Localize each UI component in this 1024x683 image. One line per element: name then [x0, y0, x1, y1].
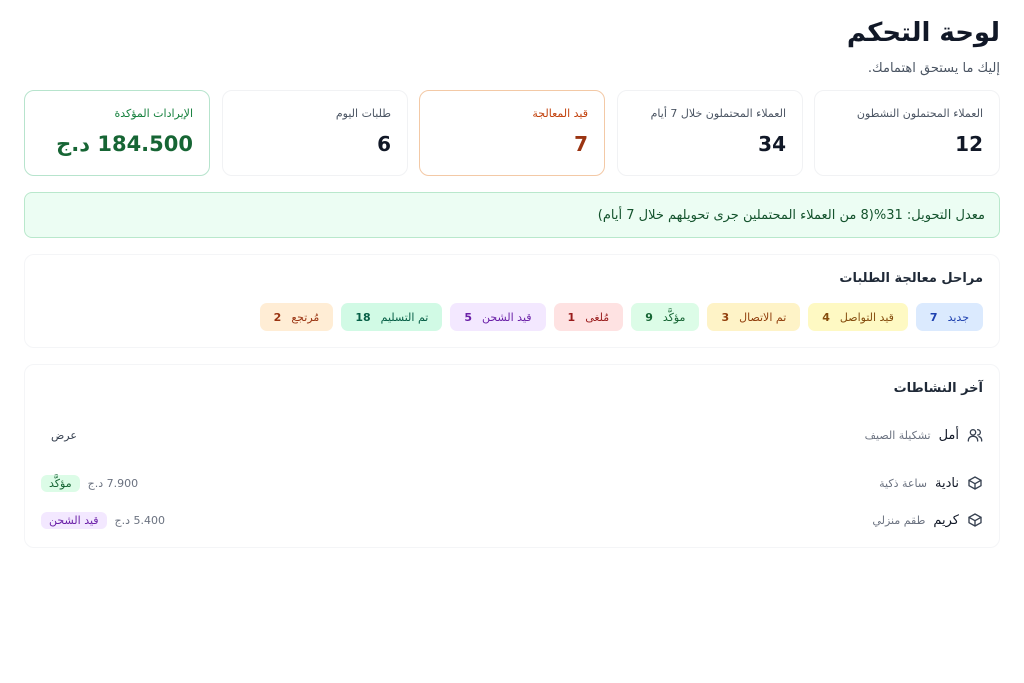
stage-pill-new[interactable]: جديد 7 — [915, 303, 983, 331]
stat-card-today-orders[interactable]: طلبات اليوم 6 — [222, 90, 408, 176]
stat-value: 34 — [758, 132, 786, 156]
stage-pill-shipping[interactable]: قيد الشحن 5 — [450, 303, 546, 331]
stat-label: الإيرادات المؤكدة — [114, 107, 193, 120]
stat-value: 12 — [955, 132, 983, 156]
stage-count: 4 — [822, 310, 830, 324]
stat-card-confirmed-revenue[interactable]: الإيرادات المؤكدة 184.500 د.ج — [24, 90, 210, 176]
view-link[interactable]: عرض — [51, 429, 77, 442]
activity-product: ساعة ذكية — [879, 476, 928, 490]
activity-price: 7.900 د.ج — [87, 476, 139, 490]
stage-label: مُرتجع — [291, 310, 320, 324]
order-stages-title: مراحل معالجة الطلبات — [839, 271, 983, 286]
activity-price: 5.400 د.ج — [114, 513, 166, 527]
activity-row[interactable]: كريم طقم منزلي 5.400 د.ج قيد الشحن — [41, 508, 983, 532]
stat-card-active-leads[interactable]: العملاء المحتملون النشطون 12 — [814, 90, 1000, 176]
activity-name: نادية — [935, 475, 959, 491]
stage-count: 5 — [464, 310, 472, 324]
conversion-rate-banner: معدل التحويل: 31%(8 من العملاء المحتملين… — [24, 192, 1000, 238]
stat-value: 6 — [377, 132, 391, 156]
activity-name: كريم — [933, 512, 959, 528]
stage-pill-confirmed[interactable]: مؤكَّد 9 — [631, 303, 700, 331]
stage-count: 2 — [273, 310, 282, 324]
users-icon — [967, 427, 983, 443]
stat-value: 7 — [574, 132, 588, 156]
box-icon — [967, 475, 983, 491]
activity-row[interactable]: أمل تشكيلة الصيف عرض — [41, 423, 983, 447]
conversion-rate-text: معدل التحويل: 31%(8 من العملاء المحتملين… — [597, 207, 985, 223]
activity-meta: 7.900 د.ج مؤكَّد — [41, 474, 139, 492]
stat-label: العملاء المحتملون النشطون — [856, 107, 983, 120]
stage-label: مُلغى — [585, 310, 610, 324]
activity-product: تشكيلة الصيف — [864, 428, 931, 442]
stage-label: مؤكَّد — [662, 310, 686, 324]
stage-pill-called[interactable]: تم الاتصال 3 — [707, 303, 801, 331]
stat-label: طلبات اليوم — [335, 107, 391, 120]
stage-label: جديد — [947, 310, 969, 324]
stage-count: 3 — [721, 310, 730, 324]
activity-name: أمل — [938, 427, 959, 443]
stat-value: 184.500 د.ج — [56, 132, 193, 156]
stat-card-leads-7-days[interactable]: العملاء المحتملون خلال 7 أيام 34 — [617, 90, 803, 176]
stage-label: قيد الشحن — [481, 310, 532, 324]
recent-activity-card: آخر النشاطات أمل تشكيلة الصيف عرض نادية … — [24, 364, 1000, 548]
page-title: لوحة التحكم — [846, 18, 1000, 48]
status-badge: مؤكَّد — [41, 474, 80, 492]
activity-meta: 5.400 د.ج قيد الشحن — [41, 511, 166, 529]
stage-count: 9 — [645, 310, 653, 324]
stats-row: العملاء المحتملون النشطون 12 العملاء الم… — [24, 90, 1000, 176]
stage-label: قيد التواصل — [839, 310, 894, 324]
activity-row[interactable]: نادية ساعة ذكية 7.900 د.ج مؤكَّد — [41, 471, 983, 495]
recent-activity-title: آخر النشاطات — [893, 381, 983, 396]
stage-count: 7 — [929, 310, 938, 324]
order-stages-list: جديد 7 قيد التواصل 4 تم الاتصال 3 مؤكَّد… — [259, 303, 983, 331]
status-badge: قيد الشحن — [41, 511, 107, 529]
stage-pill-cancelled[interactable]: مُلغى 1 — [553, 303, 624, 331]
stage-pill-contacting[interactable]: قيد التواصل 4 — [808, 303, 908, 331]
stat-label: العملاء المحتملون خلال 7 أيام — [650, 107, 786, 120]
stage-pill-delivered[interactable]: تم التسليم 18 — [341, 303, 443, 331]
stat-label: قيد المعالجة — [532, 107, 588, 120]
activity-product: طقم منزلي — [872, 513, 926, 527]
page-subtitle: إليك ما يستحق اهتمامك. — [867, 61, 1000, 76]
stage-label: تم الاتصال — [739, 310, 787, 324]
stage-count: 18 — [355, 310, 371, 324]
stage-label: تم التسليم — [380, 310, 429, 324]
box-icon — [967, 512, 983, 528]
stage-count: 1 — [567, 310, 576, 324]
stat-card-processing[interactable]: قيد المعالجة 7 — [419, 90, 605, 176]
order-stages-card: مراحل معالجة الطلبات جديد 7 قيد التواصل … — [24, 254, 1000, 348]
stage-pill-returned[interactable]: مُرتجع 2 — [259, 303, 334, 331]
activity-meta: عرض — [41, 429, 77, 442]
